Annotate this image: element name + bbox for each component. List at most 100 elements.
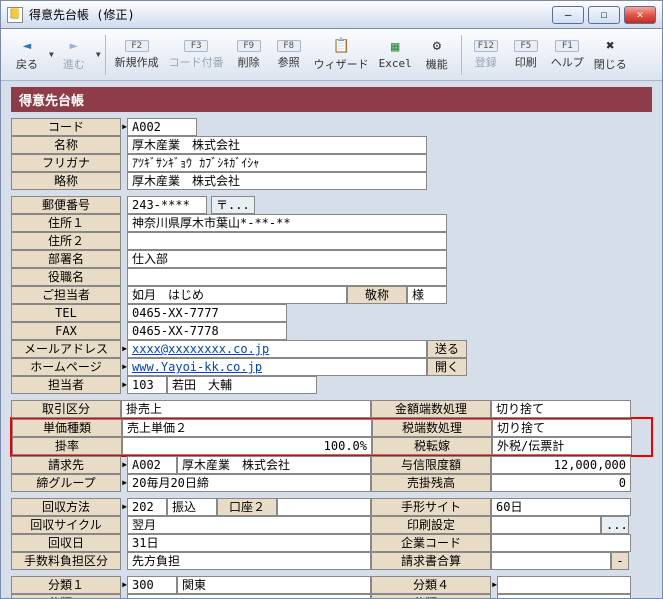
value-cat2[interactable]	[127, 594, 371, 598]
register-button[interactable]: F12 登録	[466, 32, 506, 78]
function-button[interactable]: ⚙ 機能	[417, 32, 457, 78]
label-cat1: 分類１	[11, 576, 121, 594]
label-title: 役職名	[11, 268, 121, 286]
value-addr1[interactable]: 神奈川県厚木市葉山*-**-**	[127, 214, 447, 232]
value-short[interactable]: 厚木産業 株式会社	[127, 172, 427, 190]
toolbar: ◄ 戻る ▼ ► 進む ▼ F2 新規作成 F3 コード付番 F9 削除 F8 …	[1, 29, 662, 81]
label-short: 略称	[11, 172, 121, 190]
help-button[interactable]: F1 ヘルプ	[546, 32, 589, 78]
gear-icon: ⚙	[427, 38, 447, 54]
value-zip[interactable]: 243-****	[127, 196, 207, 214]
value-cat4[interactable]	[497, 576, 631, 594]
value-tel[interactable]: 0465-XX-7777	[127, 304, 287, 322]
close-button[interactable]: ✖ 閉じる	[589, 32, 632, 78]
label-addr1: 住所１	[11, 214, 121, 232]
value-staff-name: 若田 大輔	[167, 376, 317, 394]
value-fee-kbn[interactable]: 先方負担	[127, 552, 371, 570]
value-honorific[interactable]: 様	[407, 286, 447, 304]
label-amount-round: 金額端数処理	[371, 400, 491, 418]
value-tax-shift[interactable]: 外税/伝票計	[492, 437, 632, 455]
value-recv-method-name: 振込	[167, 498, 217, 516]
label-tax-shift: 税転嫁	[372, 437, 492, 455]
app-icon: 📒	[7, 7, 23, 23]
send-mail-button[interactable]: 送る	[427, 340, 467, 358]
value-inv-sum[interactable]	[491, 552, 611, 570]
forward-dropdown-icon[interactable]: ▼	[96, 50, 101, 59]
delete-button[interactable]: F9 削除	[229, 32, 269, 78]
forward-arrow-icon: ►	[64, 38, 84, 54]
value-email[interactable]: xxxx@xxxxxxxx.co.jp	[127, 340, 427, 358]
value-corp-code[interactable]	[491, 534, 631, 552]
value-recv-day[interactable]: 31日	[127, 534, 371, 552]
excel-button[interactable]: ▦ Excel	[374, 32, 417, 78]
value-tax-round[interactable]: 切り捨て	[492, 419, 632, 437]
value-bill-code[interactable]: A002	[127, 456, 177, 474]
label-url: ホームページ	[11, 358, 121, 376]
wizard-button[interactable]: 📋 ウィザード	[309, 32, 374, 78]
address-lookup-button[interactable]: 〒...	[211, 196, 255, 214]
inv-sum-minus-button[interactable]: -	[611, 552, 629, 570]
value-cat1-name: 関東	[177, 576, 371, 594]
label-close-grp: 締グループ	[11, 474, 121, 492]
label-tax-round: 税端数処理	[372, 419, 492, 437]
label-print-set: 印刷設定	[371, 516, 491, 534]
label-price-type: 単価種類	[12, 419, 122, 437]
label-ratio: 掛率	[12, 437, 122, 455]
value-cat5[interactable]	[497, 594, 631, 598]
maximize-button[interactable]: ☐	[588, 6, 620, 24]
label-cat5: 分類５	[371, 594, 491, 598]
value-ar-balance[interactable]: 0	[491, 474, 631, 492]
value-note-site[interactable]: 60日	[491, 498, 631, 516]
value-url[interactable]: www.Yayoi-kk.co.jp	[127, 358, 427, 376]
value-ratio[interactable]: 100.0%	[122, 437, 372, 455]
reference-button[interactable]: F8 参照	[269, 32, 309, 78]
value-addr2[interactable]	[127, 232, 447, 250]
label-email: メールアドレス	[11, 340, 121, 358]
form-body: 得意先台帳 コード ▸ A002 名称 厚木産業 株式会社 フリガナ ｱﾂｷﾞｻ…	[1, 81, 662, 598]
label-inv-sum: 請求書合算	[371, 552, 491, 570]
value-account2[interactable]	[277, 498, 371, 516]
highlighted-region: 単価種類 売上単価２ 税端数処理 切り捨て 掛率 100.0% 税転嫁 外税/伝…	[10, 417, 653, 457]
value-furigana[interactable]: ｱﾂｷﾞｻﾝｷﾞｮｳ ｶﾌﾞｼｷｶﾞｲｼｬ	[127, 154, 427, 172]
label-zip: 郵便番号	[11, 196, 121, 214]
value-name[interactable]: 厚木産業 株式会社	[127, 136, 427, 154]
print-button[interactable]: F5 印刷	[506, 32, 546, 78]
back-button[interactable]: ◄ 戻る	[7, 32, 47, 78]
label-corp-code: 企業コード	[371, 534, 491, 552]
label-addr2: 住所２	[11, 232, 121, 250]
value-print-set	[491, 516, 601, 534]
close-window-button[interactable]: ✕	[624, 6, 656, 24]
label-credit-limit: 与信限度額	[371, 456, 491, 474]
value-trade-kbn[interactable]: 掛売上	[121, 400, 371, 418]
value-credit-limit[interactable]: 12,000,000	[491, 456, 631, 474]
forward-button[interactable]: ► 進む	[54, 32, 94, 78]
label-ar-balance: 売掛残高	[371, 474, 491, 492]
value-title[interactable]	[127, 268, 447, 286]
label-contact: ご担当者	[11, 286, 121, 304]
minimize-button[interactable]: —	[552, 6, 584, 24]
back-arrow-icon: ◄	[17, 38, 37, 54]
window-frame: 📒 得意先台帳 (修正) — ☐ ✕ ◄ 戻る ▼ ► 進む ▼ F2 新規作成…	[0, 0, 663, 599]
value-code[interactable]: A002	[127, 118, 197, 136]
label-account2: 口座２	[217, 498, 277, 516]
code-assign-button[interactable]: F3 コード付番	[164, 32, 229, 78]
value-staff-code[interactable]: 103	[127, 376, 167, 394]
value-dept[interactable]: 仕入部	[127, 250, 447, 268]
label-cat2: 分類２	[11, 594, 121, 598]
value-recv-cycle[interactable]: 翌月	[127, 516, 371, 534]
print-set-button[interactable]: ...	[601, 516, 629, 534]
open-url-button[interactable]: 開く	[427, 358, 467, 376]
value-cat1-code[interactable]: 300	[127, 576, 177, 594]
value-fax[interactable]: 0465-XX-7778	[127, 322, 287, 340]
value-amount-round[interactable]: 切り捨て	[491, 400, 631, 418]
value-close-grp[interactable]: 20毎月20日締	[127, 474, 371, 492]
label-fax: FAX	[11, 322, 121, 340]
value-contact[interactable]: 如月 はじめ	[127, 286, 347, 304]
new-button[interactable]: F2 新規作成	[110, 32, 164, 78]
label-note-site: 手形サイト	[371, 498, 491, 516]
label-bill-to: 請求先	[11, 456, 121, 474]
value-price-type[interactable]: 売上単価２	[122, 419, 372, 437]
label-recv-method: 回収方法	[11, 498, 121, 516]
value-recv-method-code[interactable]: 202	[127, 498, 167, 516]
label-furigana: フリガナ	[11, 154, 121, 172]
